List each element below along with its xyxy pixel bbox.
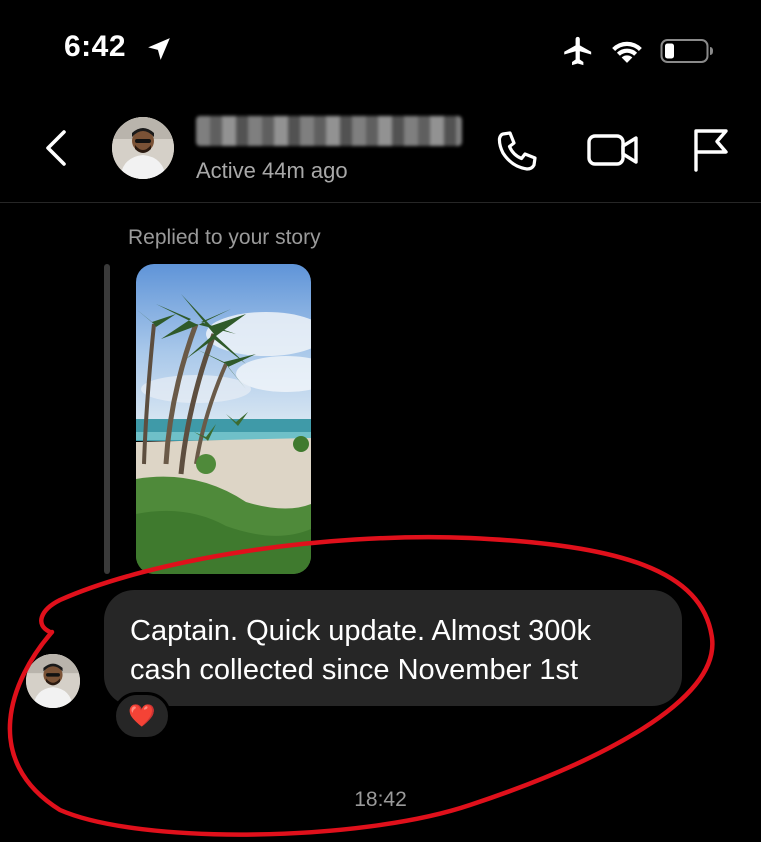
location-arrow-icon [148,38,170,60]
avatar-photo [26,654,80,708]
message-text-line-2: cash collected since November 1st [130,654,579,686]
heart-reaction[interactable]: ❤️ [113,692,171,740]
contact-avatar[interactable] [112,117,174,179]
wifi-icon [612,41,642,63]
header-divider [0,202,761,203]
contact-name-redacted[interactable] [196,116,462,146]
message-bubble[interactable]: Captain. Quick update. Almost 300k cash … [104,590,682,706]
airplane-icon [564,36,592,66]
battery-icon [660,39,713,63]
story-thumbnail[interactable] [136,264,311,574]
beach-photo [136,264,311,574]
active-status: Active 44m ago [196,158,348,183]
flag-icon[interactable] [688,126,732,172]
video-call-icon[interactable] [586,128,640,172]
status-time: 6:42 [64,30,127,63]
message-timestamp: 18:42 [354,788,407,811]
avatar-photo [112,117,174,179]
back-icon[interactable] [38,126,78,170]
sender-avatar[interactable] [26,654,80,708]
heart-icon: ❤️ [128,703,156,728]
message-text-line-1: Captain. Quick update. Almost 300k [130,615,592,647]
phone-icon[interactable] [494,128,540,174]
reply-indicator-bar [104,264,110,574]
replied-to-story-label: Replied to your story [128,226,321,249]
